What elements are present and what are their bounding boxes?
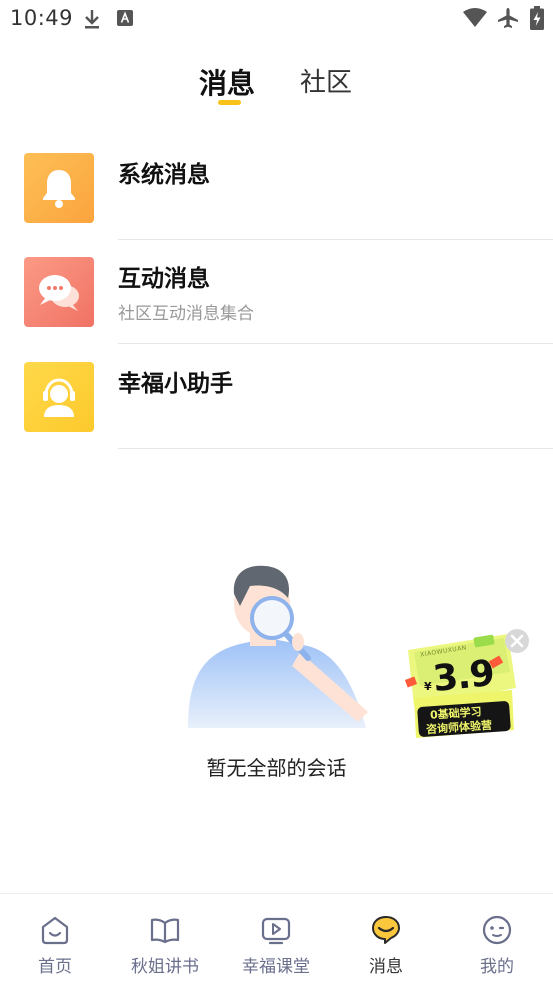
divider (118, 239, 553, 240)
nav-item-book-talk[interactable]: 秋姐讲书 (110, 894, 220, 985)
active-tab-indicator (218, 100, 241, 105)
headset-agent-icon (24, 362, 94, 432)
nav-label: 幸福课堂 (242, 957, 310, 977)
bell-icon (24, 153, 94, 223)
nav-label: 首页 (38, 957, 72, 977)
divider (118, 448, 553, 449)
promo-currency: ¥ (424, 680, 432, 693)
message-icon (372, 916, 400, 944)
message-title: 系统消息 (118, 162, 210, 188)
divider (118, 343, 553, 344)
nav-item-home[interactable]: 首页 (0, 894, 110, 985)
bottom-nav: 首页 秋姐讲书 幸福课堂 消息 我的 (0, 893, 553, 985)
status-time: 10:49 (10, 6, 74, 30)
message-item-assistant[interactable]: 幸福小助手 (0, 362, 553, 466)
message-title: 互动消息 (118, 266, 210, 292)
message-title: 幸福小助手 (118, 371, 233, 397)
home-smile-icon (41, 916, 69, 945)
nav-label: 我的 (480, 957, 514, 977)
promo-price: 3.9 (431, 652, 496, 701)
download-icon (85, 10, 99, 29)
message-subtitle: 社区互动消息集合 (118, 304, 254, 324)
promo-close-button[interactable] (505, 629, 529, 653)
airplane-mode-icon (498, 8, 518, 28)
video-play-icon (261, 917, 291, 945)
nav-item-class[interactable]: 幸福课堂 (221, 894, 331, 985)
nav-label: 消息 (369, 957, 403, 977)
wifi-icon (463, 8, 487, 27)
nav-label: 秋姐讲书 (131, 957, 199, 977)
empty-search-illustration (188, 565, 368, 728)
close-icon (510, 634, 524, 648)
tab-messages[interactable]: 消息 (199, 62, 255, 102)
status-bar: 10:49 (0, 0, 553, 38)
message-item-system[interactable]: 系统消息 (0, 153, 553, 257)
chat-bubbles-icon (24, 257, 94, 327)
nav-item-mine[interactable]: 我的 (442, 894, 552, 985)
book-icon (150, 918, 180, 944)
message-item-interaction[interactable]: 互动消息 社区互动消息集合 (0, 257, 553, 361)
nav-item-messages[interactable]: 消息 (331, 894, 441, 985)
keyboard-a-icon (117, 10, 133, 26)
tab-community[interactable]: 社区 (300, 62, 352, 99)
profile-face-icon (482, 915, 512, 945)
empty-state-text: 暂无全部的会话 (206, 756, 347, 780)
battery-charging-icon (530, 6, 544, 30)
top-tabs: 消息 社区 (0, 58, 553, 110)
